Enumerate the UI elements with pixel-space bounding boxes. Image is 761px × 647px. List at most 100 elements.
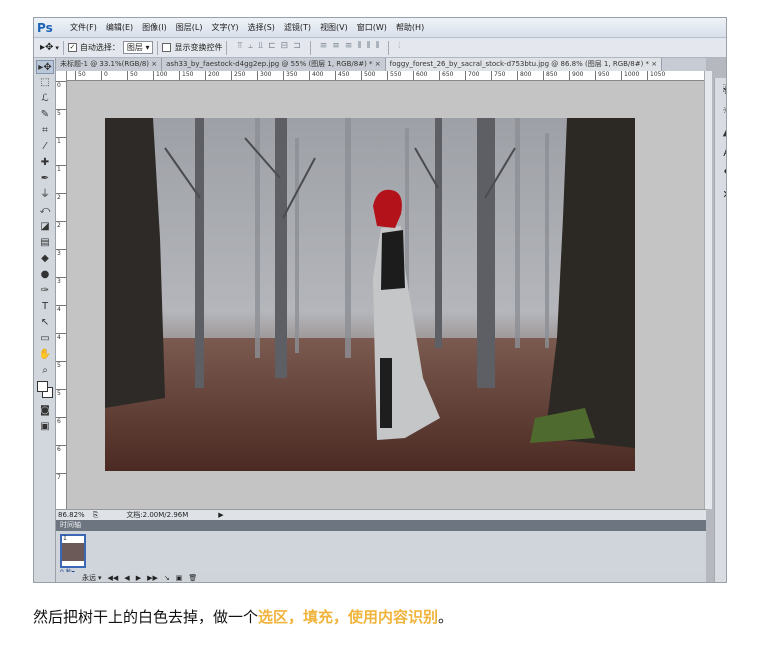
play-icon[interactable]: ▶	[136, 574, 141, 582]
eraser-tool-icon[interactable]: ◪	[36, 220, 54, 234]
menu-file[interactable]: 文件(F)	[70, 22, 97, 33]
distribute-left-icon[interactable]: ⦀	[357, 41, 361, 55]
vertical-ruler: 0 5 1 1 2 2 3 3 4 4 5 5 6 6 7	[56, 71, 67, 509]
close-icon[interactable]: ×	[651, 60, 657, 68]
distribute-bottom-icon[interactable]: ≡	[345, 41, 353, 55]
path-select-icon[interactable]: ↖	[36, 316, 54, 330]
zoom-tool-icon[interactable]: ⌕	[36, 364, 54, 378]
clone-stamp-icon[interactable]: ⏚	[36, 188, 54, 202]
ruler-tick-label: 950	[595, 71, 609, 80]
align-left-icon[interactable]: ⊏	[268, 41, 276, 55]
status-menu-icon[interactable]: ▶	[218, 511, 223, 519]
marquee-tool-icon[interactable]: ⬚	[36, 76, 54, 90]
blur-tool-icon[interactable]: ◆	[36, 252, 54, 266]
chevron-down-icon[interactable]: ▾	[55, 44, 59, 52]
character-icon[interactable]: A	[717, 144, 726, 162]
vertical-scrollbar[interactable]	[704, 71, 712, 509]
document-tabs: 未标题-1 @ 33.1%(RGB/8) × ash33_by_faestock…	[56, 58, 706, 71]
crop-tool-icon[interactable]: ⌗	[36, 124, 54, 138]
history-icon[interactable]: ⎗	[717, 81, 726, 99]
doc-size: 文档:2.00M/2.96M	[126, 511, 189, 519]
distribute-right-icon[interactable]: ⦀	[375, 41, 379, 55]
menu-help[interactable]: 帮助(H)	[396, 22, 424, 33]
menu-filter[interactable]: 滤镜(T)	[284, 22, 311, 33]
pen-tool-icon[interactable]: ✑	[36, 284, 54, 298]
status-bar: 86.82% ⎘ 文档:2.00M/2.96M ▶	[56, 509, 706, 520]
gradient-tool-icon[interactable]: ▤	[36, 236, 54, 250]
ruler-tick-label: 650	[439, 71, 453, 80]
auto-align-icon[interactable]: ⦙	[398, 41, 400, 55]
histogram-icon[interactable]: ▲	[717, 123, 726, 141]
status-icon[interactable]: ⎘	[93, 511, 99, 520]
align-hcenter-icon[interactable]: ⊟	[281, 41, 289, 55]
paragraph-icon[interactable]: ¶	[717, 165, 727, 183]
ruler-tick-label: 700	[465, 71, 479, 80]
timeline-panel: 1 0 秒▾	[56, 531, 706, 576]
loop-select[interactable]: 永远	[82, 573, 96, 582]
timeline-title: 时间轴	[60, 521, 81, 529]
separator	[309, 40, 311, 55]
quick-mask-icon[interactable]: ◙	[36, 404, 54, 418]
menu-layer[interactable]: 图层(L)	[176, 22, 203, 33]
forest-photo-graphic	[105, 118, 635, 471]
ruler-tick-label: 0	[56, 81, 66, 89]
tab-document-1[interactable]: 未标题-1 @ 33.1%(RGB/8) ×	[56, 58, 163, 71]
menu-type[interactable]: 文字(Y)	[211, 22, 238, 33]
lasso-tool-icon[interactable]: ℒ	[36, 92, 54, 106]
zoom-level[interactable]: 86.82%	[58, 511, 85, 519]
new-frame-icon[interactable]: ▣	[176, 574, 183, 582]
screen-mode-icon[interactable]: ▣	[36, 420, 54, 434]
tools-icon[interactable]: ✕	[717, 186, 726, 204]
menu-bar: Ps 文件(F) 编辑(E) 图像(I) 图层(L) 文字(Y) 选择(S) 滤…	[34, 18, 726, 38]
align-top-icon[interactable]: ⫪	[237, 41, 242, 55]
eyedropper-tool-icon[interactable]: ⁄	[36, 140, 54, 154]
menu-edit[interactable]: 编辑(E)	[106, 22, 133, 33]
move-tool-icon[interactable]: ▸✥	[40, 42, 53, 53]
ruler-tick-label: 6	[56, 417, 66, 425]
auto-select-checkbox[interactable]: ✓	[67, 43, 77, 52]
caption-text: 然后把树干上的白色去掉，做一个	[33, 608, 259, 626]
adjust-icon[interactable]: ☼	[717, 102, 726, 120]
hand-tool-icon[interactable]: ✋	[36, 348, 54, 362]
menu-image[interactable]: 图像(I)	[142, 22, 167, 33]
close-icon[interactable]: ×	[375, 60, 381, 68]
delete-frame-icon[interactable]: 🗑	[188, 574, 197, 582]
move-tool-icon[interactable]: ▸✥	[36, 60, 54, 74]
shape-tool-icon[interactable]: ▭	[36, 332, 54, 346]
align-right-icon[interactable]: ⊐	[293, 41, 301, 55]
tween-icon[interactable]: ↘	[164, 574, 170, 582]
align-vcenter-icon[interactable]: ⫠	[248, 41, 253, 55]
distribute-top-icon[interactable]: ≡	[320, 41, 328, 55]
type-tool-icon[interactable]: T	[36, 300, 54, 314]
menu-view[interactable]: 视图(V)	[320, 22, 348, 33]
chevron-down-icon[interactable]: ▾	[98, 574, 102, 582]
tab-document-3[interactable]: foggy_forest_26_by_sacral_stock-d753btu.…	[385, 58, 663, 71]
menu-window[interactable]: 窗口(W)	[357, 22, 387, 33]
color-swatches[interactable]	[36, 380, 54, 402]
prev-frame-icon[interactable]: ◀	[124, 574, 129, 582]
ruler-tick-label: 800	[517, 71, 531, 80]
tab-document-2[interactable]: ash33_by_faestock-d4gg2ep.jpg @ 55% (图层 …	[162, 58, 386, 71]
close-icon[interactable]: ×	[151, 60, 157, 68]
quick-select-tool-icon[interactable]: ✎	[36, 108, 54, 122]
auto-select-dropdown[interactable]: 图层 ▾	[122, 41, 154, 54]
healing-brush-icon[interactable]: ✚	[36, 156, 54, 170]
distribute-hcenter-icon[interactable]: ⦀	[366, 41, 370, 55]
distribute-vcenter-icon[interactable]: ≡	[332, 41, 340, 55]
first-frame-icon[interactable]: ◀◀	[108, 574, 119, 582]
horizontal-ruler: 50 0 50 100 150 200 250 300 350 400 450 500 550 600 65…	[67, 71, 704, 81]
ruler-tick-label: 900	[569, 71, 583, 80]
history-brush-icon[interactable]: ⤺	[36, 204, 54, 218]
dodge-tool-icon[interactable]: ●	[36, 268, 54, 282]
canvas-area[interactable]	[67, 81, 704, 509]
frame-1[interactable]: 1	[60, 534, 86, 568]
foreground-color-swatch[interactable]	[37, 381, 48, 392]
forest-photo[interactable]	[105, 118, 635, 471]
next-frame-icon[interactable]: ▶▶	[147, 574, 158, 582]
show-transform-checkbox[interactable]	[162, 43, 172, 52]
caption: 然后把树干上的白色去掉，做一个选区，填充，使用内容识别。	[33, 606, 453, 627]
auto-select-value: 图层	[126, 43, 143, 52]
align-bottom-icon[interactable]: ⫫	[258, 41, 263, 55]
brush-tool-icon[interactable]: ✒	[36, 172, 54, 186]
menu-select[interactable]: 选择(S)	[248, 22, 275, 33]
